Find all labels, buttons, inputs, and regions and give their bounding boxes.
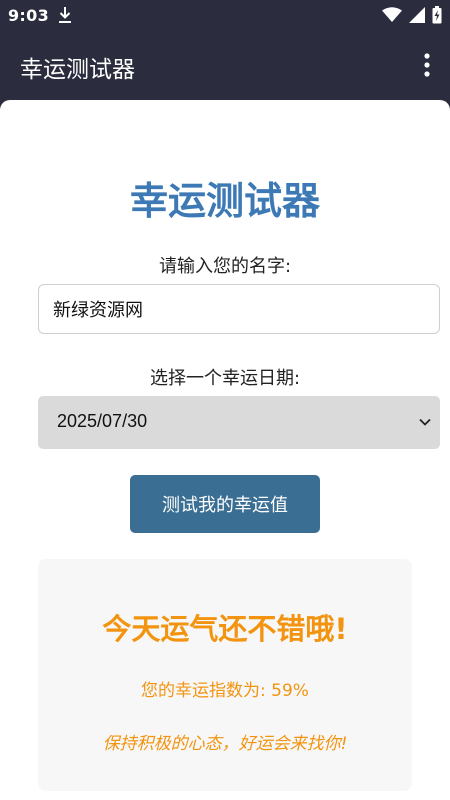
status-icons xyxy=(382,6,442,24)
name-input[interactable] xyxy=(38,284,440,334)
signal-icon xyxy=(409,7,425,23)
main-content: 幸运测试器 请输入您的名字: 选择一个幸运日期: 2025/07/30 测试我的… xyxy=(0,100,450,800)
status-time: 9:03 xyxy=(8,6,49,25)
date-label: 选择一个幸运日期: xyxy=(149,368,301,389)
chevron-down-icon xyxy=(419,418,431,426)
status-bar: 9:03 xyxy=(0,0,450,32)
date-select[interactable]: 2025/07/30 xyxy=(38,396,440,449)
result-message: 保持积极的心态，好运会来找你! xyxy=(102,734,348,754)
more-vert-icon[interactable] xyxy=(422,52,432,80)
download-icon xyxy=(59,7,71,23)
result-card: 今天运气还不错哦! 您的幸运指数为: 59% 保持积极的心态，好运会来找你! xyxy=(38,559,412,791)
test-luck-button[interactable]: 测试我的幸运值 xyxy=(130,475,320,533)
page-heading: 幸运测试器 xyxy=(129,179,320,223)
app-title: 幸运测试器 xyxy=(20,57,135,83)
wifi-icon xyxy=(382,7,402,22)
name-label: 请输入您的名字: xyxy=(158,256,292,277)
battery-icon xyxy=(432,6,442,24)
app-bar: 幸运测试器 xyxy=(0,32,450,100)
date-value: 2025/07/30 xyxy=(57,411,148,431)
result-title: 今天运气还不错哦! xyxy=(102,612,348,646)
luck-score-text: 您的幸运指数为: 59% xyxy=(141,681,309,701)
